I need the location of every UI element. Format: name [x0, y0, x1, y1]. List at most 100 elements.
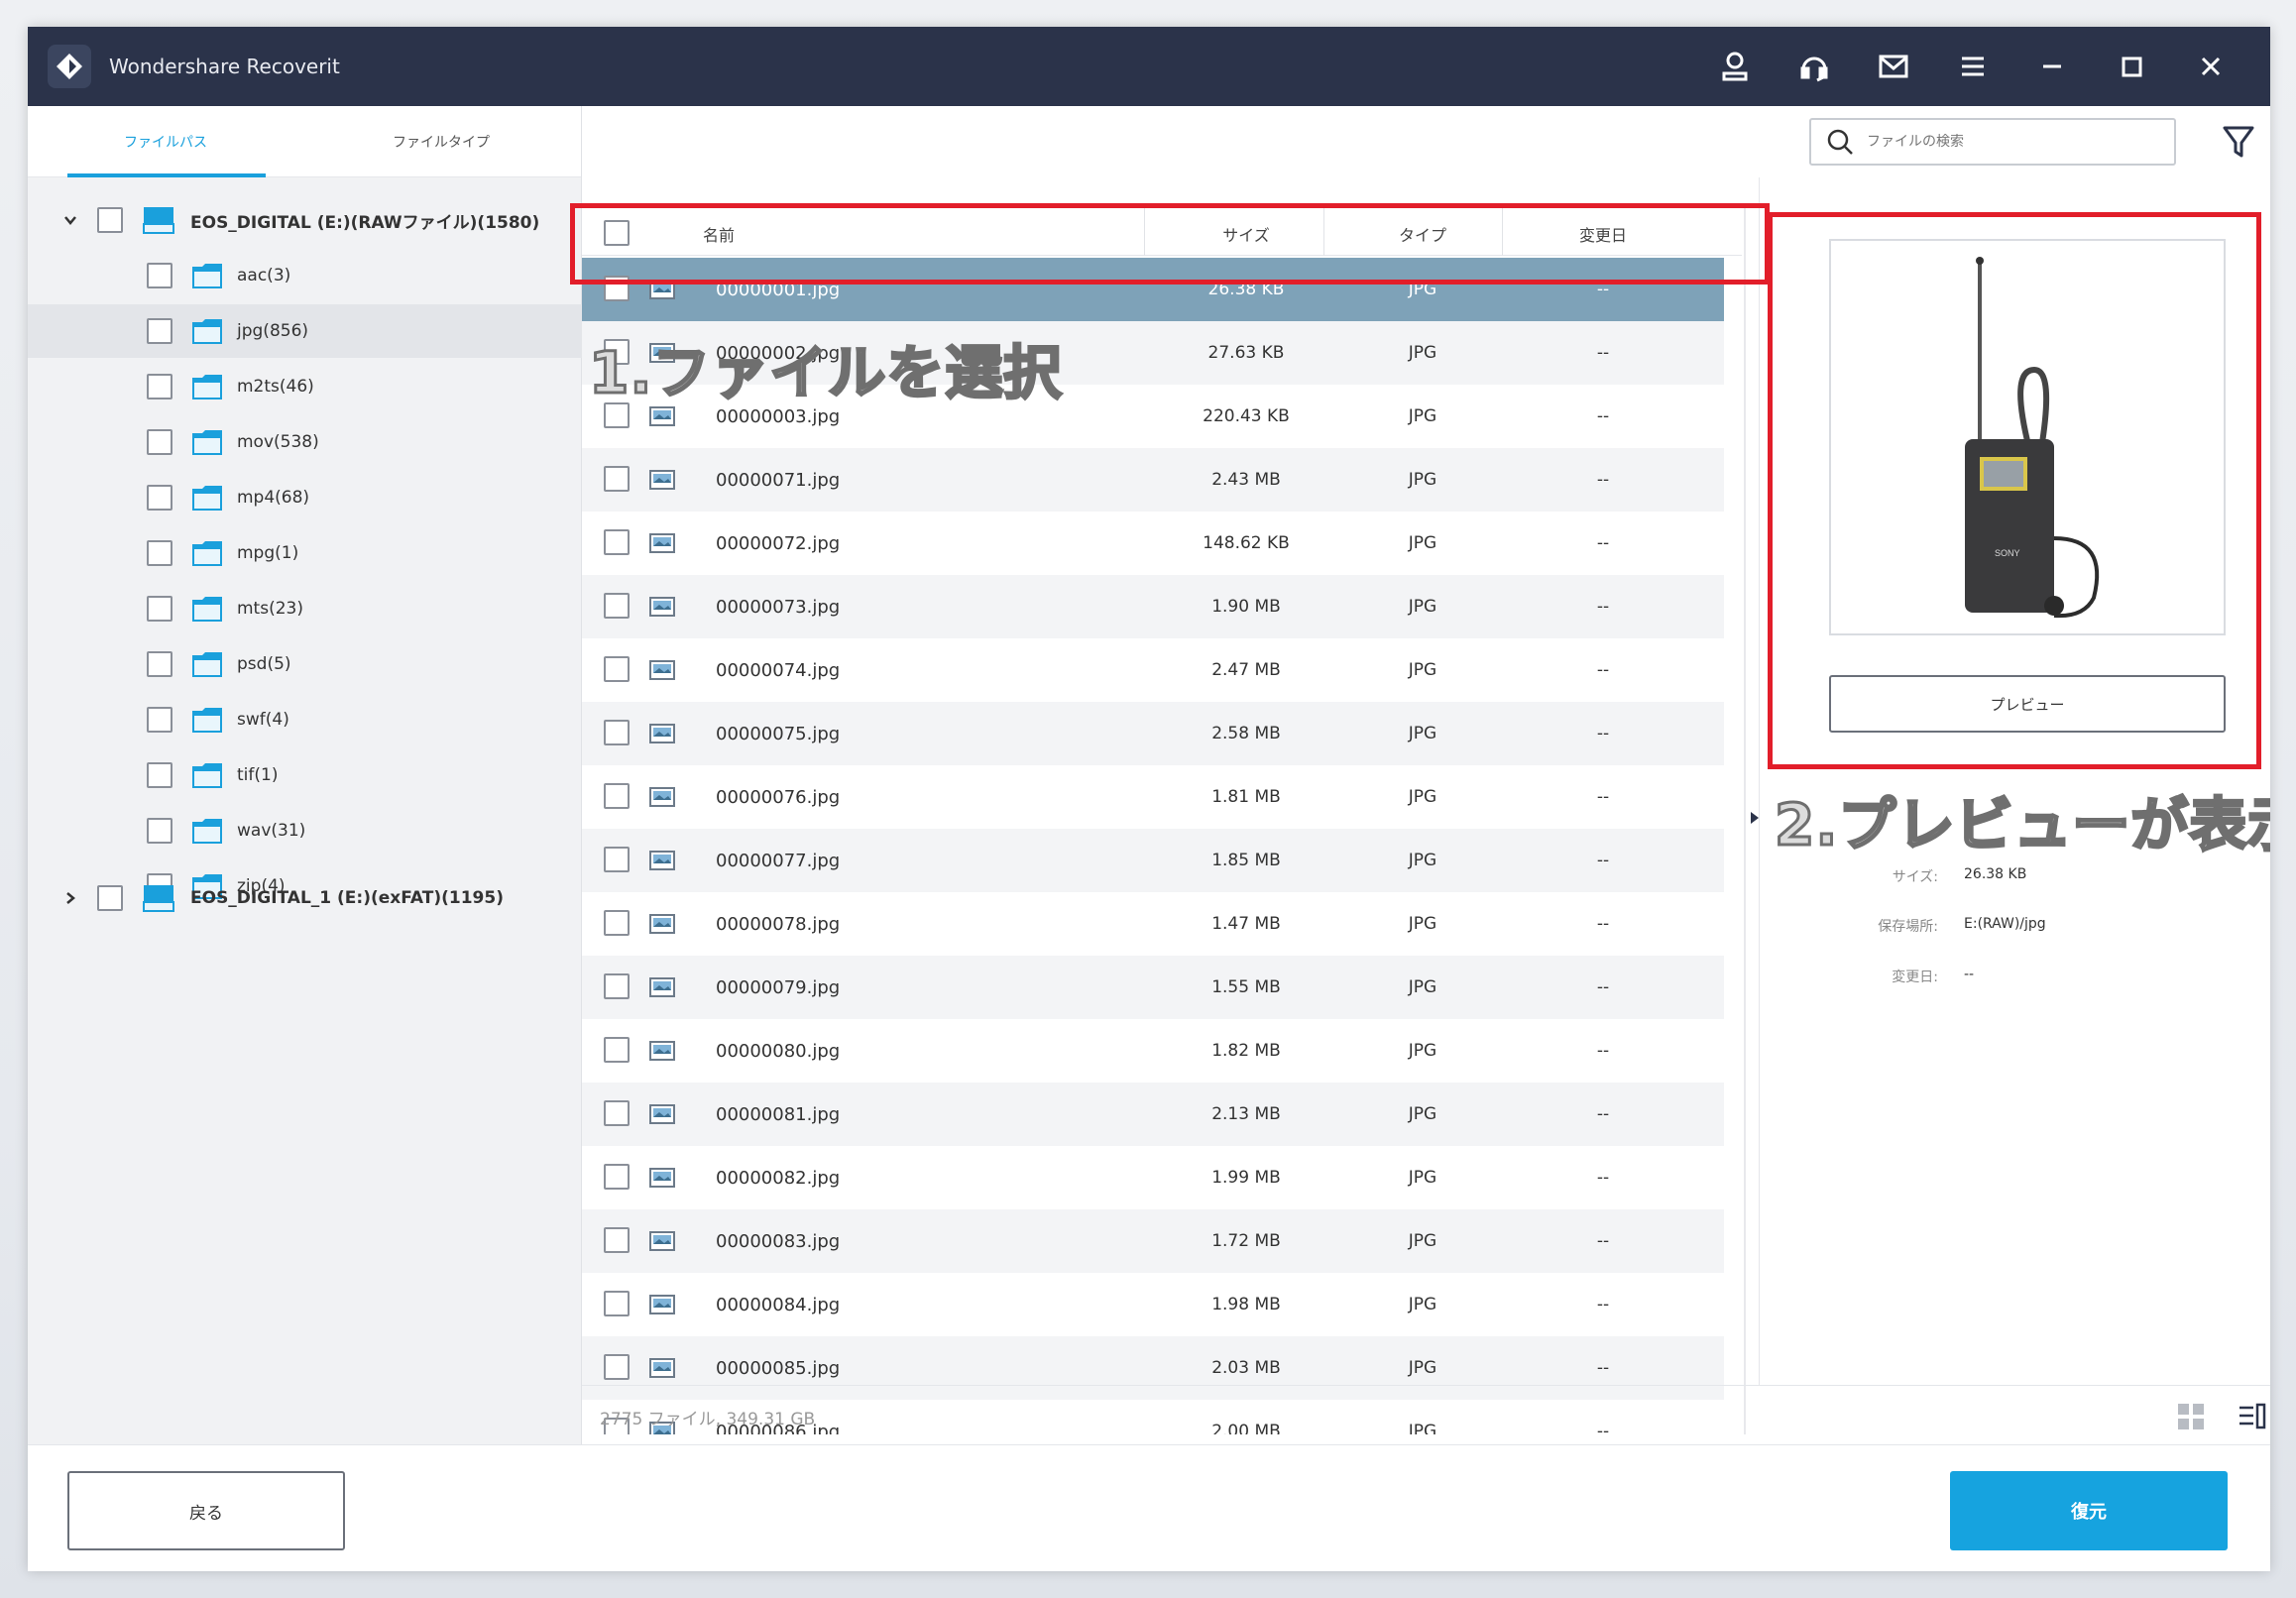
file-checkbox[interactable]: [604, 910, 630, 936]
back-button[interactable]: 戻る: [67, 1471, 345, 1550]
file-checkbox[interactable]: [604, 529, 630, 555]
file-type: JPG: [1408, 470, 1437, 490]
file-name: 00000073.jpg: [716, 596, 841, 618]
drive-checkbox[interactable]: [97, 207, 123, 233]
file-row[interactable]: 00000077.jpg 1.85 MB JPG --: [582, 829, 1724, 892]
tree-drive-eos-digital-1[interactable]: EOS_DIGITAL_1 (E:)(exFAT)(1195): [28, 871, 582, 925]
drive-checkbox[interactable]: [97, 885, 123, 911]
folder-icon: [192, 264, 222, 288]
folder-checkbox[interactable]: [147, 596, 172, 622]
close-icon[interactable]: [2171, 27, 2250, 106]
file-row[interactable]: 00000071.jpg 2.43 MB JPG --: [582, 448, 1724, 512]
meta-size-value: 26.38 KB: [1964, 866, 2027, 882]
folder-checkbox[interactable]: [147, 762, 172, 788]
folder-checkbox[interactable]: [147, 374, 172, 400]
tab-file-path[interactable]: ファイルパス: [28, 106, 303, 177]
file-type: JPG: [1408, 724, 1437, 743]
folder-label: swf(4): [237, 710, 289, 730]
chevron-right-icon[interactable]: [62, 890, 78, 906]
collapse-panel-icon[interactable]: [1749, 810, 1761, 830]
file-rows: 00000001.jpg 26.38 KB JPG -- 00000002.jpg 27.…: [582, 256, 1742, 1434]
file-row[interactable]: 00000076.jpg 1.81 MB JPG --: [582, 765, 1724, 829]
file-size: 2.13 MB: [1211, 1104, 1281, 1124]
file-row[interactable]: 00000080.jpg 1.82 MB JPG --: [582, 1019, 1724, 1083]
file-row[interactable]: 00000082.jpg 1.99 MB JPG --: [582, 1146, 1724, 1209]
folder-checkbox[interactable]: [147, 263, 172, 288]
file-row[interactable]: 00000084.jpg 1.98 MB JPG --: [582, 1273, 1724, 1336]
tree-folder-item[interactable]: mov(538): [28, 415, 582, 469]
file-size: 2.58 MB: [1211, 724, 1281, 743]
file-checkbox[interactable]: [604, 593, 630, 619]
file-type: JPG: [1408, 343, 1437, 363]
folder-icon: [192, 319, 222, 344]
file-date: --: [1596, 1168, 1610, 1188]
search-box[interactable]: [1809, 118, 2176, 166]
tree-drive-eos-digital[interactable]: EOS_DIGITAL (E:)(RAWファイル)(1580): [28, 193, 582, 247]
file-checkbox[interactable]: [604, 783, 630, 809]
tree-folder-item[interactable]: mp4(68): [28, 471, 582, 524]
folder-checkbox[interactable]: [147, 818, 172, 844]
menu-icon[interactable]: [1933, 27, 2012, 106]
file-row[interactable]: 00000078.jpg 1.47 MB JPG --: [582, 892, 1724, 956]
file-row[interactable]: 00000072.jpg 148.62 KB JPG --: [582, 512, 1724, 575]
list-view-icon[interactable]: [2238, 1402, 2267, 1431]
file-checkbox[interactable]: [604, 1354, 630, 1380]
tree-folder-item[interactable]: mts(23): [28, 582, 582, 635]
grid-view-icon[interactable]: [2176, 1402, 2206, 1431]
folder-checkbox[interactable]: [147, 429, 172, 455]
folder-label: psd(5): [237, 654, 291, 674]
user-icon[interactable]: [1695, 27, 1775, 106]
file-size: 1.90 MB: [1211, 597, 1281, 617]
file-checkbox[interactable]: [604, 466, 630, 492]
folder-checkbox[interactable]: [147, 651, 172, 677]
folder-checkbox[interactable]: [147, 485, 172, 511]
folder-checkbox[interactable]: [147, 540, 172, 566]
file-row[interactable]: 00000073.jpg 1.90 MB JPG --: [582, 575, 1724, 638]
tree-folder-item[interactable]: tif(1): [28, 748, 582, 802]
folder-label: mov(538): [237, 432, 319, 452]
tree-folder-item[interactable]: wav(31): [28, 804, 582, 857]
file-checkbox[interactable]: [604, 1227, 630, 1253]
file-row[interactable]: 00000079.jpg 1.55 MB JPG --: [582, 956, 1724, 1019]
headset-icon[interactable]: [1775, 27, 1854, 106]
tree-folder-item[interactable]: aac(3): [28, 249, 582, 302]
meta-size-label: サイズ:: [1892, 869, 1938, 885]
tree-folder-item[interactable]: mpg(1): [28, 526, 582, 580]
minimize-icon[interactable]: [2012, 27, 2092, 106]
folder-checkbox[interactable]: [147, 318, 172, 344]
folder-label: aac(3): [237, 266, 291, 285]
file-checkbox[interactable]: [604, 1164, 630, 1190]
status-bar: 2775 ファイル, 349.31 GB: [582, 1385, 2270, 1444]
mail-icon[interactable]: [1854, 27, 1933, 106]
file-row[interactable]: 00000075.jpg 2.58 MB JPG --: [582, 702, 1724, 765]
search-input[interactable]: [1867, 134, 2154, 150]
file-size: 1.85 MB: [1211, 851, 1281, 870]
scrollbar[interactable]: [1744, 208, 1746, 1434]
maximize-icon[interactable]: [2092, 27, 2171, 106]
tab-file-type[interactable]: ファイルタイプ: [303, 106, 579, 177]
recover-button[interactable]: 復元: [1950, 1471, 2228, 1550]
filter-icon[interactable]: [2221, 122, 2256, 162]
file-checkbox[interactable]: [604, 1100, 630, 1126]
file-checkbox[interactable]: [604, 1291, 630, 1316]
tree-folder-item[interactable]: swf(4): [28, 693, 582, 746]
file-size: 1.47 MB: [1211, 914, 1281, 934]
folder-checkbox[interactable]: [147, 707, 172, 733]
tree-folder-item[interactable]: psd(5): [28, 637, 582, 691]
file-date: --: [1596, 851, 1610, 870]
chevron-down-icon[interactable]: [62, 212, 78, 228]
file-date: --: [1596, 1358, 1610, 1378]
file-checkbox[interactable]: [604, 1037, 630, 1063]
file-checkbox[interactable]: [604, 720, 630, 745]
file-date: --: [1596, 343, 1610, 363]
file-row[interactable]: 00000074.jpg 2.47 MB JPG --: [582, 638, 1724, 702]
tree-folder-item[interactable]: jpg(856): [28, 304, 582, 358]
file-checkbox[interactable]: [604, 973, 630, 999]
image-file-icon: [649, 1358, 675, 1378]
file-row[interactable]: 00000081.jpg 2.13 MB JPG --: [582, 1083, 1724, 1146]
tree-folder-item[interactable]: m2ts(46): [28, 360, 582, 413]
file-checkbox[interactable]: [604, 847, 630, 872]
file-row[interactable]: 00000083.jpg 1.72 MB JPG --: [582, 1209, 1724, 1273]
file-size: 1.72 MB: [1211, 1231, 1281, 1251]
file-checkbox[interactable]: [604, 656, 630, 682]
